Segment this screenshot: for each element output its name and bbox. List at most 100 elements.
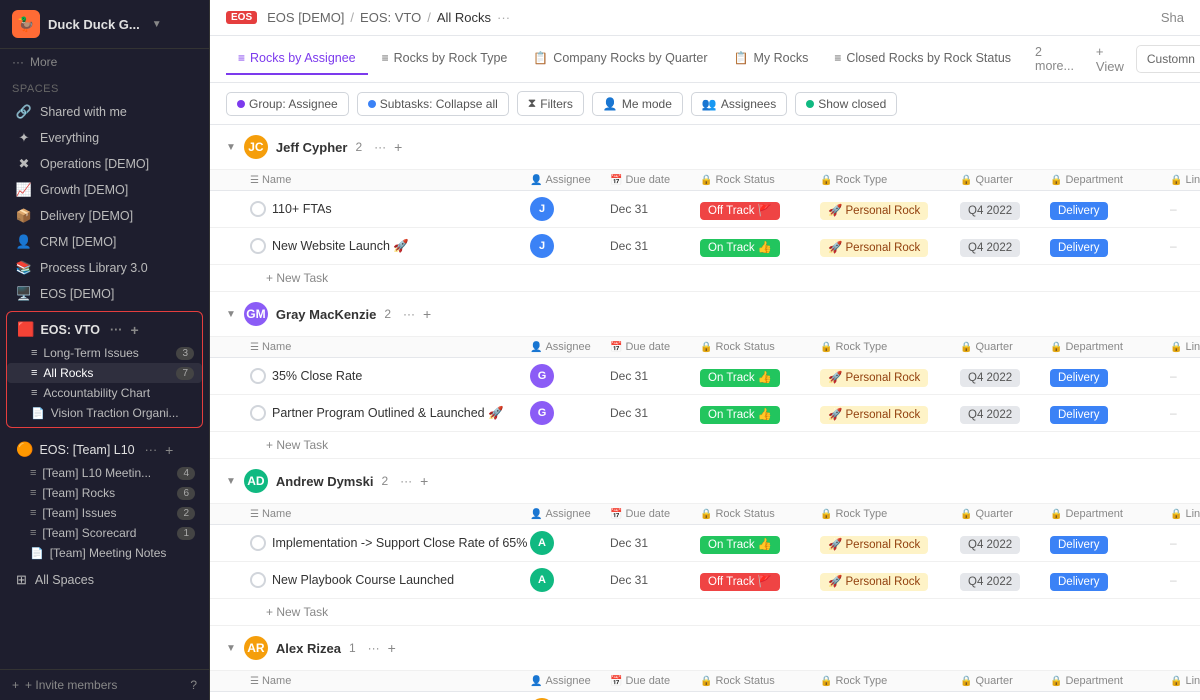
task-circle[interactable] <box>250 572 266 588</box>
sidebar-item-process-library[interactable]: 📚 Process Library 3.0 <box>4 255 205 281</box>
sidebar-item-accountability-chart[interactable]: ≡ Accountability Chart <box>7 383 202 403</box>
customize-button[interactable]: Customn <box>1136 45 1200 73</box>
tab-company-rocks[interactable]: 📋 Company Rocks by Quarter <box>521 43 719 75</box>
sidebar-item-shared[interactable]: 🔗 Shared with me <box>4 99 205 125</box>
sidebar-item-long-term-issues[interactable]: ≡ Long-Term Issues 3 <box>7 343 202 363</box>
eos-l10-add[interactable]: + <box>165 442 173 458</box>
sidebar-item-delivery[interactable]: 📦 Delivery [DEMO] <box>4 203 205 229</box>
assignee-avatar: A <box>530 531 554 555</box>
sidebar-item-eos-demo[interactable]: 🖥️ EOS [DEMO] <box>4 281 205 307</box>
workspace-header[interactable]: 🦆 Duck Duck G... ▼ <box>0 0 209 49</box>
eos-vto-header[interactable]: 🟥 EOS: VTO ··· + <box>7 316 202 343</box>
group-chevron-icon[interactable]: ▼ <box>226 476 236 487</box>
eos-vto-dots[interactable]: ··· <box>110 323 123 337</box>
task-quarter: Q4 2022 <box>960 202 1050 217</box>
sidebar-item-team-meeting-notes[interactable]: 📄 [Team] Meeting Notes <box>6 543 203 563</box>
sidebar-item-growth[interactable]: 📈 Growth [DEMO] <box>4 177 205 203</box>
task-rock-type[interactable]: 🚀 Personal Rock <box>820 239 960 254</box>
task-linked-tasks: – <box>1170 369 1200 383</box>
col-department: 🔒Department <box>1050 341 1170 353</box>
task-rock-status[interactable]: On Track 👍 <box>700 406 820 421</box>
sidebar-item-team-rocks[interactable]: ≡ [Team] Rocks 6 <box>6 483 203 503</box>
tab-my-rocks[interactable]: 📋 My Rocks <box>722 43 821 75</box>
task-circle[interactable] <box>250 535 266 551</box>
task-rock-status[interactable]: On Track 👍 <box>700 536 820 551</box>
tab-closed-rocks[interactable]: ≡ Closed Rocks by Rock Status <box>822 43 1023 75</box>
task-assignee: J <box>530 234 610 258</box>
assignees-button[interactable]: 👥 Assignees <box>691 92 787 116</box>
group-count: 1 <box>349 641 356 655</box>
sidebar-item-all-spaces[interactable]: ⊞ All Spaces <box>4 567 205 593</box>
task-rock-type[interactable]: 🚀 Personal Rock <box>820 536 960 551</box>
eos-l10-header[interactable]: 🟠 EOS: [Team] L10 ··· + <box>6 436 203 463</box>
assignee-avatar: J <box>530 197 554 221</box>
task-rock-status[interactable]: Off Track 🚩 <box>700 573 820 588</box>
tab-rocks-by-rock-type[interactable]: ≡ Rocks by Rock Type <box>370 43 520 75</box>
invite-members-button[interactable]: + + Invite members ? <box>0 669 209 700</box>
sidebar-item-l10-meeting[interactable]: ≡ [Team] L10 Meetin... 4 <box>6 463 203 483</box>
workspace-chevron-icon: ▼ <box>152 19 162 30</box>
group-chevron-icon[interactable]: ▼ <box>226 309 236 320</box>
me-mode-button[interactable]: 👤 Me mode <box>592 92 683 116</box>
eos-l10-dots[interactable]: ··· <box>145 443 158 457</box>
task-name: Partner Program Outlined & Launched 🚀 <box>250 405 530 421</box>
group-alex-rizea: ▼ AR Alex Rizea 1 ··· + ☰Name 👤Assignee … <box>210 626 1200 700</box>
new-task-button[interactable]: + New Task <box>210 432 1200 459</box>
col-rock-status: 🔒Rock Status <box>700 341 820 353</box>
task-rock-type[interactable]: 🚀 Personal Rock <box>820 406 960 421</box>
task-circle[interactable] <box>250 368 266 384</box>
task-linked-tasks: – <box>1170 406 1200 420</box>
task-quarter: Q4 2022 <box>960 406 1050 421</box>
sidebar-item-operations[interactable]: ✖ Operations [DEMO] <box>4 151 205 177</box>
group-add-button[interactable]: + <box>388 640 396 656</box>
breadcrumb-dots[interactable]: ··· <box>497 10 510 25</box>
task-circle[interactable] <box>250 201 266 217</box>
task-rock-status[interactable]: Off Track 🚩 <box>700 202 820 217</box>
subtasks-dot-icon <box>368 100 376 108</box>
sidebar-more-button[interactable]: ··· More <box>0 49 209 75</box>
task-rock-type[interactable]: 🚀 Personal Rock <box>820 369 960 384</box>
task-linked-tasks: – <box>1170 239 1200 253</box>
tab-more[interactable]: 2 more... <box>1025 37 1084 81</box>
col-rock-status: 🔒Rock Status <box>700 174 820 186</box>
task-rock-status[interactable]: On Track 👍 <box>700 239 820 254</box>
tab-rocks-by-assignee[interactable]: ≡ Rocks by Assignee <box>226 43 368 75</box>
sidebar-item-team-issues[interactable]: ≡ [Team] Issues 2 <box>6 503 203 523</box>
task-department: Delivery <box>1050 369 1170 384</box>
sidebar-item-team-scorecard[interactable]: ≡ [Team] Scorecard 1 <box>6 523 203 543</box>
group-chevron-icon[interactable]: ▼ <box>226 643 236 654</box>
task-name: Implementation -> Support Close Rate of … <box>250 535 530 551</box>
col-rock-type: 🔒Rock Type <box>820 341 960 353</box>
show-closed-button[interactable]: Show closed <box>795 92 897 116</box>
sidebar-item-all-rocks[interactable]: ≡ All Rocks 7 <box>7 363 202 383</box>
group-add-button[interactable]: + <box>394 139 402 155</box>
group-dots[interactable]: ··· <box>403 307 415 321</box>
tab-add-view[interactable]: + View <box>1086 36 1134 82</box>
task-rock-type[interactable]: 🚀 Personal Rock <box>820 573 960 588</box>
group-dots[interactable]: ··· <box>400 474 412 488</box>
filters-button[interactable]: ⧗ Filters <box>517 91 584 116</box>
group-filter-button[interactable]: Group: Assignee <box>226 92 349 116</box>
sidebar-item-crm[interactable]: 👤 CRM [DEMO] <box>4 229 205 255</box>
sidebar-item-everything[interactable]: ✦ Everything <box>4 125 205 151</box>
new-task-button[interactable]: + New Task <box>210 265 1200 292</box>
group-add-button[interactable]: + <box>423 306 431 322</box>
col-due-date: 📅Due date <box>610 508 700 520</box>
group-chevron-icon[interactable]: ▼ <box>226 142 236 153</box>
task-rock-status[interactable]: On Track 👍 <box>700 369 820 384</box>
new-task-button[interactable]: + New Task <box>210 599 1200 626</box>
task-rock-type[interactable]: 🚀 Personal Rock <box>820 202 960 217</box>
col-assignee: 👤Assignee <box>530 341 610 353</box>
task-circle[interactable] <box>250 238 266 254</box>
group-add-button[interactable]: + <box>420 473 428 489</box>
sidebar-item-vision-traction[interactable]: 📄 Vision Traction Organi... <box>7 403 202 423</box>
group-dots[interactable]: ··· <box>374 140 386 154</box>
task-department: Delivery <box>1050 536 1170 551</box>
eos-vto-add[interactable]: + <box>130 322 138 338</box>
col-department: 🔒Department <box>1050 508 1170 520</box>
task-quarter: Q4 2022 <box>960 536 1050 551</box>
task-circle[interactable] <box>250 405 266 421</box>
share-button[interactable]: Sha <box>1161 10 1184 25</box>
subtasks-filter-button[interactable]: Subtasks: Collapse all <box>357 92 509 116</box>
group-dots[interactable]: ··· <box>368 641 380 655</box>
